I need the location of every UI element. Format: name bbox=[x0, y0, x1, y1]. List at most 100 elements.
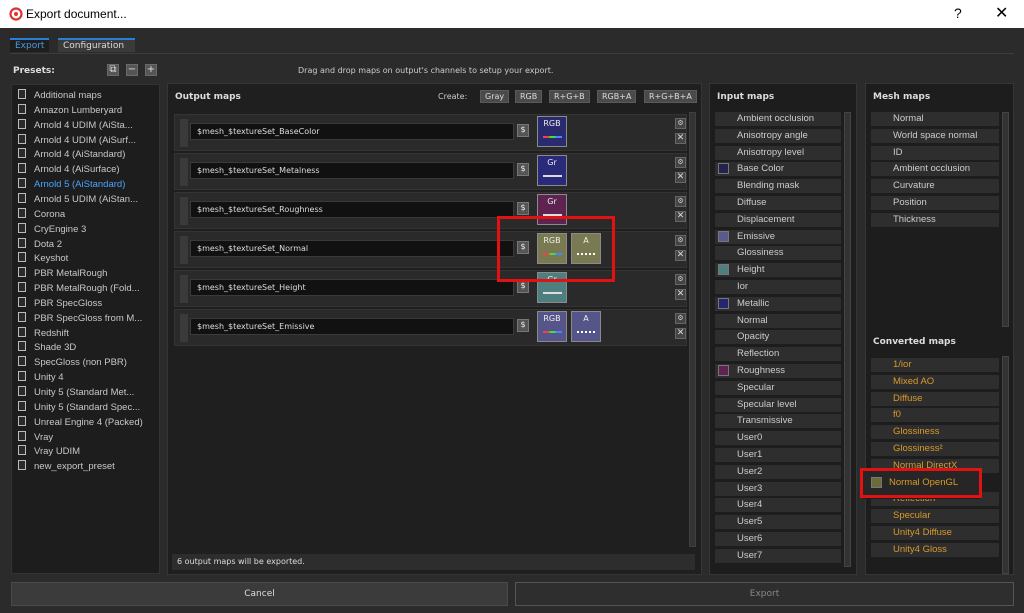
preset-item[interactable]: Unity 5 (Standard Spec... bbox=[18, 400, 140, 415]
input-map-item[interactable]: Specular level bbox=[715, 397, 841, 413]
preset-item[interactable]: Redshift bbox=[18, 326, 69, 341]
duplicate-preset-button[interactable]: ⧉ bbox=[107, 64, 119, 76]
preset-item[interactable]: PBR SpecGloss bbox=[18, 296, 102, 311]
preset-item[interactable]: Arnold 5 (AiStandard) bbox=[18, 178, 125, 192]
converted-map-item[interactable]: Specular bbox=[871, 509, 999, 525]
preset-item[interactable]: Vray UDIM bbox=[18, 445, 80, 459]
input-map-item[interactable]: User0 bbox=[715, 431, 841, 447]
preset-item[interactable]: Arnold 4 (AiSurface) bbox=[18, 163, 120, 177]
converted-map-item[interactable]: Unity4 Gloss bbox=[871, 542, 999, 558]
add-preset-button[interactable]: + bbox=[145, 64, 157, 76]
output-map-name-field[interactable]: $mesh_$textureSet_Normal bbox=[190, 240, 514, 257]
input-map-item[interactable]: Anisotropy angle bbox=[715, 128, 841, 144]
preset-item[interactable]: Arnold 5 UDIM (AiStan... bbox=[18, 192, 138, 207]
output-channel-slot[interactable]: RGB bbox=[537, 116, 567, 147]
preset-item[interactable]: Dota 2 bbox=[18, 237, 62, 252]
create-rgb-a-button[interactable]: RGB+A bbox=[597, 90, 637, 103]
output-scrollbar[interactable] bbox=[689, 112, 696, 547]
insert-variable-button[interactable]: $ bbox=[517, 202, 529, 215]
output-map-name-field[interactable]: $mesh_$textureSet_Metalness bbox=[190, 162, 514, 179]
tab-configuration[interactable]: Configuration bbox=[58, 38, 135, 52]
converted-map-item[interactable]: f0 bbox=[871, 408, 999, 424]
remove-preset-button[interactable]: − bbox=[126, 64, 138, 76]
drag-handle[interactable] bbox=[180, 236, 188, 264]
remove-icon[interactable]: ✕ bbox=[675, 211, 686, 222]
output-channel-slot[interactable]: A bbox=[571, 311, 601, 342]
drag-handle[interactable] bbox=[180, 275, 188, 303]
input-map-item[interactable]: Normal bbox=[715, 313, 841, 329]
converted-map-item[interactable]: Unity4 Diffuse bbox=[871, 526, 999, 541]
output-map-name-field[interactable]: $mesh_$textureSet_Height bbox=[190, 279, 514, 296]
drag-handle[interactable] bbox=[180, 158, 188, 186]
mesh-map-item[interactable]: World space normal bbox=[871, 128, 999, 144]
converted-map-item[interactable]: Diffuse bbox=[871, 391, 999, 407]
create-r-g-b-button[interactable]: R+G+B bbox=[549, 90, 590, 103]
input-map-item[interactable]: User7 bbox=[715, 548, 841, 564]
input-map-item[interactable]: Metallic bbox=[715, 296, 841, 312]
preset-item[interactable]: PBR MetalRough (Fold... bbox=[18, 282, 140, 296]
input-map-item[interactable]: Transmissive bbox=[715, 414, 841, 430]
input-map-item[interactable]: User3 bbox=[715, 481, 841, 497]
mesh-map-item[interactable]: Thickness bbox=[871, 212, 999, 228]
remove-icon[interactable]: ✕ bbox=[675, 289, 686, 300]
output-channel-slot[interactable]: Gr bbox=[537, 155, 567, 186]
preset-item[interactable]: Keyshot bbox=[18, 252, 68, 266]
remove-icon[interactable]: ✕ bbox=[675, 172, 686, 183]
export-button[interactable]: Export bbox=[515, 582, 1014, 606]
input-map-item[interactable]: Ior bbox=[715, 280, 841, 295]
preset-item[interactable]: Amazon Lumberyard bbox=[18, 103, 122, 118]
input-map-item[interactable]: Diffuse bbox=[715, 196, 841, 211]
converted-maps-scrollbar[interactable] bbox=[1002, 356, 1009, 574]
preset-item[interactable]: Additional maps bbox=[18, 89, 102, 103]
mesh-map-item[interactable]: Ambient occlusion bbox=[871, 162, 999, 178]
settings-icon[interactable]: ⚙ bbox=[675, 313, 686, 324]
input-map-item[interactable]: Ambient occlusion bbox=[715, 112, 841, 127]
output-map-name-field[interactable]: $mesh_$textureSet_BaseColor bbox=[190, 123, 514, 140]
settings-icon[interactable]: ⚙ bbox=[675, 157, 686, 168]
input-maps-scrollbar[interactable] bbox=[844, 112, 851, 567]
preset-item[interactable]: PBR SpecGloss from M... bbox=[18, 311, 142, 326]
insert-variable-button[interactable]: $ bbox=[517, 319, 529, 332]
preset-item[interactable]: CryEngine 3 bbox=[18, 222, 86, 237]
insert-variable-button[interactable]: $ bbox=[517, 124, 529, 137]
tab-export[interactable]: Export bbox=[10, 38, 50, 52]
preset-item[interactable]: PBR MetalRough bbox=[18, 267, 107, 281]
insert-variable-button[interactable]: $ bbox=[517, 163, 529, 176]
input-map-item[interactable]: User2 bbox=[715, 464, 841, 480]
preset-item[interactable]: new_export_preset bbox=[18, 460, 115, 474]
preset-item[interactable]: Shade 3D bbox=[18, 341, 76, 355]
mesh-map-item[interactable]: Curvature bbox=[871, 179, 999, 195]
remove-icon[interactable]: ✕ bbox=[675, 328, 686, 339]
preset-item[interactable]: Arnold 4 (AiStandard) bbox=[18, 148, 125, 162]
settings-icon[interactable]: ⚙ bbox=[675, 196, 686, 207]
help-button[interactable]: ? bbox=[954, 5, 962, 21]
create-rgb-button[interactable]: RGB bbox=[515, 90, 543, 103]
preset-item[interactable]: Unity 5 (Standard Met... bbox=[18, 386, 134, 400]
drag-handle[interactable] bbox=[180, 197, 188, 225]
remove-icon[interactable]: ✕ bbox=[675, 250, 686, 261]
input-map-item[interactable]: Anisotropy level bbox=[715, 145, 841, 161]
settings-icon[interactable]: ⚙ bbox=[675, 118, 686, 129]
input-map-item[interactable]: User5 bbox=[715, 515, 841, 531]
input-map-item[interactable]: Emissive bbox=[715, 229, 841, 245]
preset-item[interactable]: Arnold 4 UDIM (AiSta... bbox=[18, 118, 133, 133]
close-icon[interactable]: ✕ bbox=[995, 3, 1008, 23]
mesh-map-item[interactable]: ID bbox=[871, 145, 999, 161]
preset-item[interactable]: Corona bbox=[18, 207, 65, 222]
settings-icon[interactable]: ⚙ bbox=[675, 274, 686, 285]
input-map-item[interactable]: User4 bbox=[715, 498, 841, 514]
converted-map-item[interactable]: 1/ior bbox=[871, 358, 999, 373]
output-map-name-field[interactable]: $mesh_$textureSet_Roughness bbox=[190, 201, 514, 218]
input-map-item[interactable]: Base Color bbox=[715, 162, 841, 178]
converted-map-item[interactable]: Glossiness bbox=[871, 425, 999, 441]
cancel-button[interactable]: Cancel bbox=[11, 582, 508, 606]
input-map-item[interactable]: Height bbox=[715, 263, 841, 279]
drag-handle[interactable] bbox=[180, 119, 188, 147]
preset-item[interactable]: Unity 4 bbox=[18, 371, 64, 385]
mesh-map-item[interactable]: Position bbox=[871, 196, 999, 211]
preset-item[interactable]: SpecGloss (non PBR) bbox=[18, 356, 127, 370]
output-channel-slot[interactable]: RGB bbox=[537, 311, 567, 342]
mesh-maps-scrollbar[interactable] bbox=[1002, 112, 1009, 327]
input-map-item[interactable]: Blending mask bbox=[715, 179, 841, 195]
mesh-map-item[interactable]: Normal bbox=[871, 112, 999, 127]
